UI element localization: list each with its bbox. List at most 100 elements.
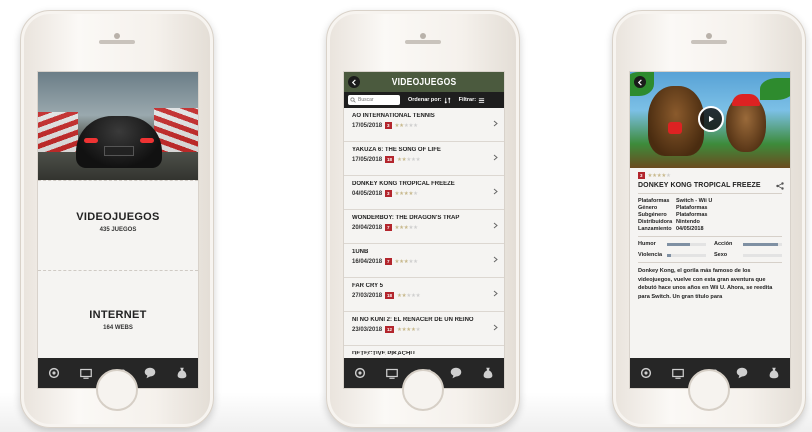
pegi-badge: 18 — [385, 156, 395, 163]
spec-value: Switch - Wii U — [676, 198, 713, 204]
money-bag-icon — [177, 367, 187, 379]
home-button[interactable] — [402, 369, 444, 411]
rating-stars: ★★★★★ — [397, 326, 421, 333]
section-card-internet[interactable]: INTERNET 164 WEBS — [38, 270, 198, 360]
phone-mockup-detail: 3 ★★★★★ DONKEY KONG TROPICAL FREEZE Plat… — [612, 10, 806, 428]
tab-settings[interactable] — [350, 363, 370, 383]
rating-stars: ★★★★★ — [394, 224, 418, 231]
chat-bubble-icon — [450, 367, 462, 379]
home-button[interactable] — [688, 369, 730, 411]
gear-icon — [354, 367, 366, 379]
content-level-item: Violencia — [638, 252, 706, 258]
section-card-videogames[interactable]: VIDEOJUEGOS 435 JUEGOS — [38, 180, 198, 270]
tab-tv[interactable] — [382, 363, 402, 383]
game-hero-image — [630, 72, 790, 168]
search-input[interactable] — [356, 96, 396, 104]
tab-tv[interactable] — [76, 363, 96, 383]
spec-label: Subgénero — [638, 212, 667, 218]
game-name: NI NO KUNI 2: EL RENACER DE UN REINO — [352, 317, 474, 323]
filter-label: Filtrar: — [458, 97, 477, 103]
game-list-item[interactable]: WONDERBOY: THE DRAGON'S TRAP 20/04/2018 7 ★… — [344, 210, 504, 244]
sort-control[interactable]: Ordenar por: — [408, 97, 451, 104]
detail-screen: 3 ★★★★★ DONKEY KONG TROPICAL FREEZE Plat… — [629, 71, 791, 389]
back-button[interactable] — [348, 76, 360, 88]
rating-stars: ★★★★★ — [397, 156, 421, 163]
level-bar-track — [743, 242, 782, 246]
pegi-badge: 3 — [385, 122, 392, 129]
game-list-item[interactable]: DONKEY KONG TROPICAL FREEZE 04/05/2018 3 ★★… — [344, 176, 504, 210]
divider — [638, 193, 782, 194]
page-title: VIDEOJUEGOS — [391, 76, 457, 88]
game-meta: 16/04/2018 7 ★★★★★ — [352, 258, 488, 265]
tv-icon — [386, 368, 398, 379]
content-levels: Humor Acción Violencia Sexo — [638, 241, 782, 258]
game-description: Donkey Kong, el gorila más famoso de los… — [638, 268, 773, 300]
game-name: DONKEY KONG TROPICAL FREEZE — [352, 181, 455, 187]
tv-icon — [80, 368, 92, 379]
home-screen: VIDEOJUEGOS 435 JUEGOS INTERNET 164 WEBS — [37, 71, 199, 389]
tab-chat[interactable] — [140, 363, 160, 383]
sort-icon — [444, 97, 451, 103]
game-list-item[interactable]: NI NO KUNI 2: EL RENACER DE UN REINO 23/0… — [344, 312, 504, 346]
game-meta: 17/05/2018 18 ★★★★★ — [352, 156, 488, 163]
tab-tv[interactable] — [668, 363, 688, 383]
home-button[interactable] — [96, 369, 138, 411]
money-bag-icon — [483, 367, 493, 379]
donkey-kong-graphic — [648, 86, 704, 156]
chevron-right-icon — [493, 188, 498, 195]
tab-money[interactable] — [478, 363, 498, 383]
rating-stars: ★★★★★ — [397, 292, 421, 299]
earpiece-speaker — [405, 40, 441, 44]
game-list-item[interactable]: 1UNB 16/04/2018 7 ★★★★★ — [344, 244, 504, 278]
back-button[interactable] — [634, 76, 646, 88]
chat-bubble-icon — [736, 367, 748, 379]
front-camera — [420, 33, 426, 39]
section-count: 164 WEBS — [103, 325, 133, 331]
level-bar-fill — [743, 242, 779, 246]
chevron-right-icon — [493, 290, 498, 297]
rating-stars: ★★★★★ — [647, 172, 671, 179]
content-level-item: Humor — [638, 241, 706, 247]
pegi-badge: 12 — [385, 326, 395, 333]
filter-control[interactable]: Filtrar: — [459, 97, 485, 104]
search-box[interactable] — [348, 95, 400, 105]
front-camera — [114, 33, 120, 39]
games-list: AO INTERNATIONAL TENNIS 17/05/2018 3 ★★★★★ Y… — [344, 108, 504, 358]
tab-chat[interactable] — [446, 363, 466, 383]
tab-settings[interactable] — [44, 363, 64, 383]
divider — [638, 262, 782, 263]
level-bar-fill — [667, 242, 691, 246]
spec-label: Lanzamiento — [638, 226, 672, 232]
chevron-right-icon — [493, 154, 498, 161]
spec-label: Distribuidora — [638, 219, 673, 225]
tab-money[interactable] — [764, 363, 784, 383]
tab-chat[interactable] — [732, 363, 752, 383]
release-date: 23/03/2018 — [352, 326, 383, 333]
money-bag-icon — [769, 367, 779, 379]
game-list-item[interactable]: FAR CRY 5 27/03/2018 18 ★★★★★ — [344, 278, 504, 312]
tv-icon — [672, 368, 684, 379]
content-level-item: Acción — [714, 241, 782, 247]
spec-value: 04/05/2018 — [676, 226, 704, 232]
game-list-item[interactable]: AO INTERNATIONAL TENNIS 17/05/2018 3 ★★★★★ — [344, 108, 504, 142]
release-date: 04/05/2018 — [352, 190, 383, 197]
section-title: VIDEOJUEGOS — [76, 211, 160, 223]
tab-money[interactable] — [172, 363, 192, 383]
phone-mockup-list: VIDEOJUEGOS Ordenar por: Filtrar: AO INT… — [326, 10, 520, 428]
chevron-right-icon — [493, 256, 498, 263]
level-bar-track — [667, 242, 706, 246]
list-toolbar: Ordenar por: Filtrar: — [344, 92, 504, 108]
level-label: Acción — [714, 241, 733, 247]
diddy-kong-graphic — [726, 94, 766, 152]
game-name: 1UNB — [352, 249, 369, 255]
share-icon[interactable] — [776, 182, 784, 190]
game-list-item[interactable]: YAKUZA 6: THE SONG OF LIFE 17/05/2018 18 ★★… — [344, 142, 504, 176]
pegi-badge: 18 — [385, 292, 395, 299]
play-video-button[interactable] — [698, 106, 724, 132]
release-date: 27/03/2018 — [352, 292, 383, 299]
chat-bubble-icon — [144, 367, 156, 379]
rating-stars: ★★★★★ — [394, 190, 418, 197]
list-header: VIDEOJUEGOS — [344, 72, 504, 92]
gear-icon — [48, 367, 60, 379]
tab-settings[interactable] — [636, 363, 656, 383]
